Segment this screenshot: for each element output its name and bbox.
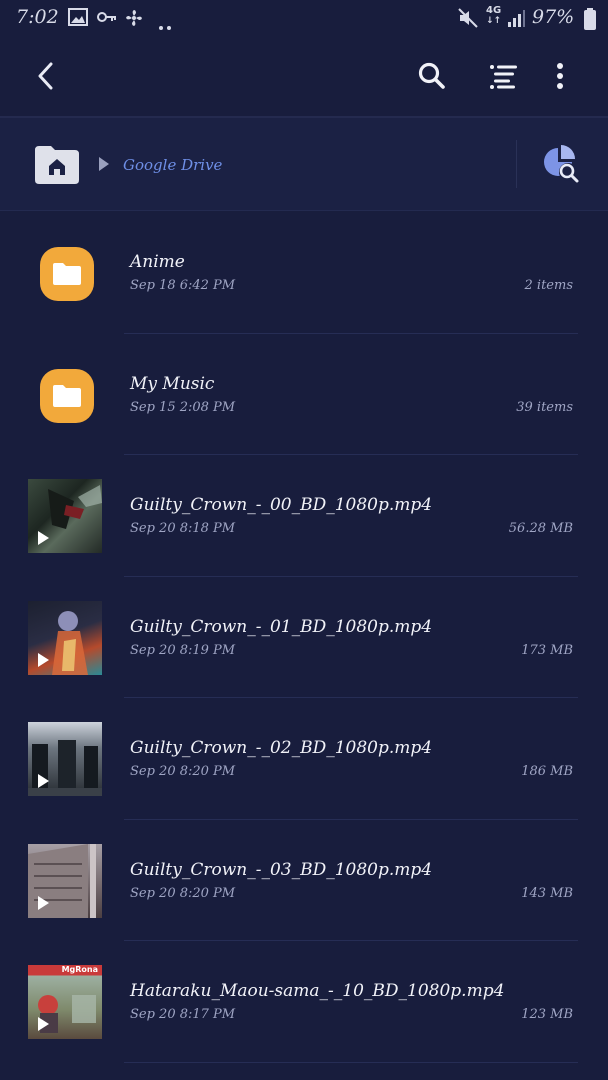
file-date: Sep 20 8:17 PM <box>130 1007 236 1022</box>
status-bar: 7:02 4G ↓↑ 97% <box>0 0 608 36</box>
fan-icon <box>124 8 144 33</box>
file-list: Anime Sep 18 6:42 PM 2 items My Music Se… <box>0 212 608 1063</box>
battery-icon <box>584 8 596 35</box>
play-icon <box>38 1017 49 1031</box>
video-thumbnail <box>28 600 102 675</box>
file-date: Sep 20 8:18 PM <box>130 521 236 536</box>
play-icon <box>38 774 49 788</box>
file-name: Guilty_Crown_-_01_BD_1080p.mp4 <box>130 616 433 637</box>
signal-icon <box>506 8 526 33</box>
file-name: Anime <box>130 252 185 272</box>
video-thumbnail <box>28 843 102 918</box>
file-name: Guilty_Crown_-_02_BD_1080p.mp4 <box>130 738 433 758</box>
video-row-hataraku-10[interactable]: MgRona Hataraku_Maou-sama_-_10_BD_1080p.… <box>0 941 608 1063</box>
sort-icon <box>490 65 517 89</box>
file-name: Hataraku_Maou-sama_-_10_BD_1080p.mp4 <box>130 981 505 1001</box>
battery-percent: 97% <box>532 6 575 28</box>
file-date: Sep 20 8:20 PM <box>130 764 236 779</box>
status-time: 7:02 <box>16 6 59 28</box>
vpn-key-icon <box>96 8 118 31</box>
more-dots-icon <box>158 14 172 36</box>
path-divider-bottom <box>0 210 608 211</box>
breadcrumb-google-drive[interactable]: Google Drive <box>123 156 222 174</box>
video-row-gc-03[interactable]: Guilty_Crown_-_03_BD_1080p.mp4 Sep 20 8:… <box>0 820 608 941</box>
file-size: 143 MB <box>521 885 573 901</box>
network-4g-icon: 4G ↓↑ <box>486 5 502 27</box>
top-toolbar <box>0 36 608 116</box>
file-size: 173 MB <box>521 642 573 658</box>
folder-row-my-music[interactable]: My Music Sep 15 2:08 PM 39 items <box>0 334 608 455</box>
image-icon <box>68 8 88 31</box>
storage-search-icon <box>544 145 579 183</box>
mute-icon <box>458 8 478 33</box>
file-name: Guilty_Crown_-_00_BD_1080p.mp4 <box>130 495 433 515</box>
file-size: 56.28 MB <box>508 521 573 536</box>
video-thumbnail <box>28 479 102 553</box>
back-arrow-icon <box>38 62 53 90</box>
path-divider <box>516 140 517 188</box>
video-thumbnail <box>28 722 102 796</box>
file-date: Sep 15 2:08 PM <box>130 399 236 415</box>
folder-icon <box>40 368 94 423</box>
more-vert-icon <box>557 63 563 89</box>
item-count: 2 items <box>524 278 573 293</box>
search-icon <box>418 62 445 89</box>
play-icon <box>38 531 49 545</box>
file-name: My Music <box>130 373 215 394</box>
folder-icon <box>40 247 94 301</box>
back-button[interactable] <box>26 56 66 96</box>
video-row-gc-00[interactable]: Guilty_Crown_-_00_BD_1080p.mp4 Sep 20 8:… <box>0 455 608 577</box>
play-icon <box>38 895 49 910</box>
more-options-button[interactable] <box>540 56 580 96</box>
storage-analysis-button[interactable] <box>540 144 584 186</box>
network-label: 4G <box>486 5 502 16</box>
video-row-gc-02[interactable]: Guilty_Crown_-_02_BD_1080p.mp4 Sep 20 8:… <box>0 698 608 820</box>
item-count: 39 items <box>516 399 573 415</box>
file-size: 123 MB <box>521 1007 573 1022</box>
file-date: Sep 18 6:42 PM <box>130 278 236 293</box>
file-manager-screen: 7:02 4G ↓↑ 97% Google Drive Anime Sep 18… <box>0 0 608 1080</box>
video-row-gc-01[interactable]: Guilty_Crown_-_01_BD_1080p.mp4 Sep 20 8:… <box>0 577 608 698</box>
file-name: Guilty_Crown_-_03_BD_1080p.mp4 <box>130 859 433 880</box>
file-date: Sep 20 8:19 PM <box>130 642 236 658</box>
row-divider <box>124 1061 578 1063</box>
chevron-right-icon <box>98 156 110 176</box>
sort-button[interactable] <box>484 56 524 96</box>
file-date: Sep 20 8:20 PM <box>130 885 236 901</box>
play-icon <box>38 652 49 667</box>
video-thumbnail: MgRona <box>28 965 102 1039</box>
home-button[interactable] <box>33 144 81 186</box>
home-icon <box>35 146 79 184</box>
file-size: 186 MB <box>521 764 573 779</box>
folder-row-anime[interactable]: Anime Sep 18 6:42 PM 2 items <box>0 212 608 334</box>
search-button[interactable] <box>412 56 452 96</box>
